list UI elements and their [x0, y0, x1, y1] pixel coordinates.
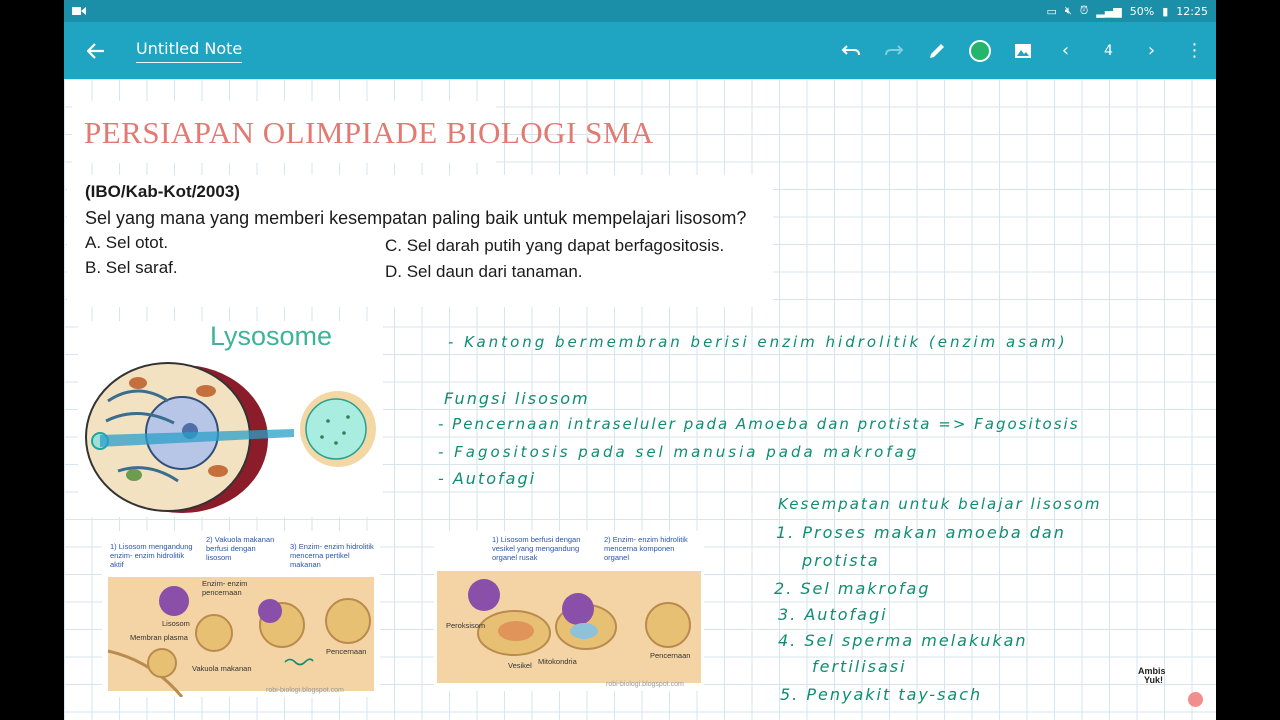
more-options-button[interactable]: ⋮	[1173, 22, 1216, 79]
diagram1-vacuole-label: Vakuola makanan	[192, 664, 252, 673]
diagram1-step3: 3) Enzim- enzim hidrolitik mencerna pert…	[290, 542, 374, 569]
back-button[interactable]	[64, 22, 128, 79]
diagram2-vesicle-label: Vesikel	[508, 661, 532, 670]
lysosome-image: Lysosome	[78, 321, 383, 517]
arrow-left-icon	[87, 42, 104, 59]
diagram1-step1: 1) Lisosom mengandung enzim- enzim hidro…	[110, 542, 193, 569]
handwriting-line-7: 1. Proses makan amoeba dan	[776, 523, 1066, 542]
image-icon	[1014, 43, 1031, 58]
diagram1-credit: robi-biologi.blogspot.com	[266, 687, 344, 694]
animal-cell-illustration	[85, 362, 376, 513]
handwriting-line-5: - Autofagi	[438, 469, 537, 488]
battery-icon: ▮	[1162, 4, 1169, 18]
handwriting-line-2: Fungsi lisosom	[444, 389, 590, 408]
handwriting-line-10: 3. Autofagi	[778, 605, 888, 624]
previous-page-button[interactable]: ‹	[1044, 22, 1087, 79]
heading-image: PERSIAPAN OLIMPIADE BIOLOGI SMA	[72, 101, 653, 163]
chevron-right-icon: ›	[1147, 40, 1156, 61]
clock: 12:25	[1176, 4, 1208, 18]
option-b: B. Sel saraf.	[85, 258, 178, 277]
handwriting-line-9: 2. Sel makrofag	[774, 579, 931, 598]
handwriting-line-13: 5. Penyakit tay-sach	[780, 685, 983, 704]
diagram2-mitochondria-label: Mitokondria	[538, 657, 577, 666]
phagocytosis-diagram: 1) Lisosom mengandung enzim- enzim hidro…	[102, 531, 380, 697]
option-c: C. Sel darah putih yang dapat berfagosit…	[385, 236, 725, 255]
battery-level: 50%	[1129, 4, 1155, 18]
logo-line-2: Yuk!	[1144, 675, 1164, 685]
autophagy-diagram: 1) Lisosom berfusi dengan vesikel yang m…	[434, 531, 704, 691]
pen-button[interactable]	[915, 22, 958, 79]
record-indicator	[1188, 692, 1203, 707]
diagram1-digestion-label: Pencernaan	[326, 647, 367, 656]
insert-image-button[interactable]	[1001, 22, 1044, 79]
video-camera-icon	[72, 7, 86, 15]
page-number: 4	[1104, 42, 1113, 59]
color-picker-button[interactable]	[958, 22, 1001, 79]
handwriting-line-3: - Pencernaan intraseluler pada Amoeba da…	[438, 415, 1080, 433]
diagram1-enzymes-label: Enzim- enzim pencernaan	[202, 579, 248, 597]
pen-icon	[929, 43, 944, 58]
undo-button[interactable]	[829, 22, 872, 79]
status-bar: ▭ 🔇︎ ⏰︎ ▂▄▆ 50% ▮ 12:25	[64, 0, 1216, 22]
handwriting-line-12: fertilisasi	[812, 657, 907, 676]
undo-icon	[841, 44, 860, 55]
more-vert-icon: ⋮	[1185, 40, 1204, 61]
diagram2-step1: 1) Lisosom berfusi dengan vesikel yang m…	[492, 535, 581, 562]
question-image: (IBO/Kab-Kot/2003) Sel yang mana yang me…	[67, 175, 773, 307]
heading-text: PERSIAPAN OLIMPIADE BIOLOGI SMA	[84, 115, 654, 150]
app-toolbar: Untitled Note ‹ 4 › ⋮	[64, 22, 1216, 79]
handwriting-line-6: Kesempatan untuk belajar lisosom	[778, 495, 1102, 513]
alarm-icon: ⏰︎	[1079, 4, 1089, 17]
diagram2-step2: 2) Enzim- enzim hidrolitik mencerna komp…	[604, 535, 688, 562]
handwriting-line-1: - Kantong bermembran berisi enzim hidrol…	[448, 333, 1068, 351]
option-d: D. Sel daun dari tanaman.	[385, 262, 583, 281]
question-source: (IBO/Kab-Kot/2003)	[85, 182, 240, 201]
diagram2-peroxisome-label: Peroksisom	[446, 621, 486, 630]
channel-logo: Ambis Yuk!	[1138, 667, 1166, 685]
handwriting-line-4: - Fagositosis pada sel manusia pada makr…	[438, 443, 920, 461]
handwriting-line-8: protista	[802, 551, 880, 570]
diagram2-digestion-label: Pencernaan	[650, 651, 691, 660]
next-page-button[interactable]: ›	[1130, 22, 1173, 79]
redo-button[interactable]	[872, 22, 915, 79]
note-canvas[interactable]: PERSIAPAN OLIMPIADE BIOLOGI SMA (IBO/Kab…	[64, 79, 1216, 720]
cast-icon: ▭	[1046, 4, 1057, 18]
mute-icon: 🔇︎	[1064, 4, 1072, 17]
option-a: A. Sel otot.	[85, 233, 169, 252]
diagram2-credit: robi-biologi.blogspot.com	[606, 681, 684, 688]
diagram1-lysosome-label: Lisosom	[162, 619, 190, 628]
signal-icon: ▂▄▆	[1096, 4, 1122, 18]
redo-icon	[884, 44, 903, 55]
pen-color-swatch	[968, 39, 991, 62]
question-text: Sel yang mana yang memberi kesempatan pa…	[85, 208, 747, 228]
diagram1-step2: 2) Vakuola makanan berfusi dengan lisoso…	[206, 535, 275, 562]
wavy-squiggle	[284, 658, 314, 666]
chevron-left-icon: ‹	[1061, 40, 1070, 61]
handwriting-line-11: 4. Sel sperma melakukan	[778, 631, 1028, 650]
note-title[interactable]: Untitled Note	[136, 39, 243, 63]
diagram1-membrane-label: Membran plasma	[130, 633, 188, 642]
